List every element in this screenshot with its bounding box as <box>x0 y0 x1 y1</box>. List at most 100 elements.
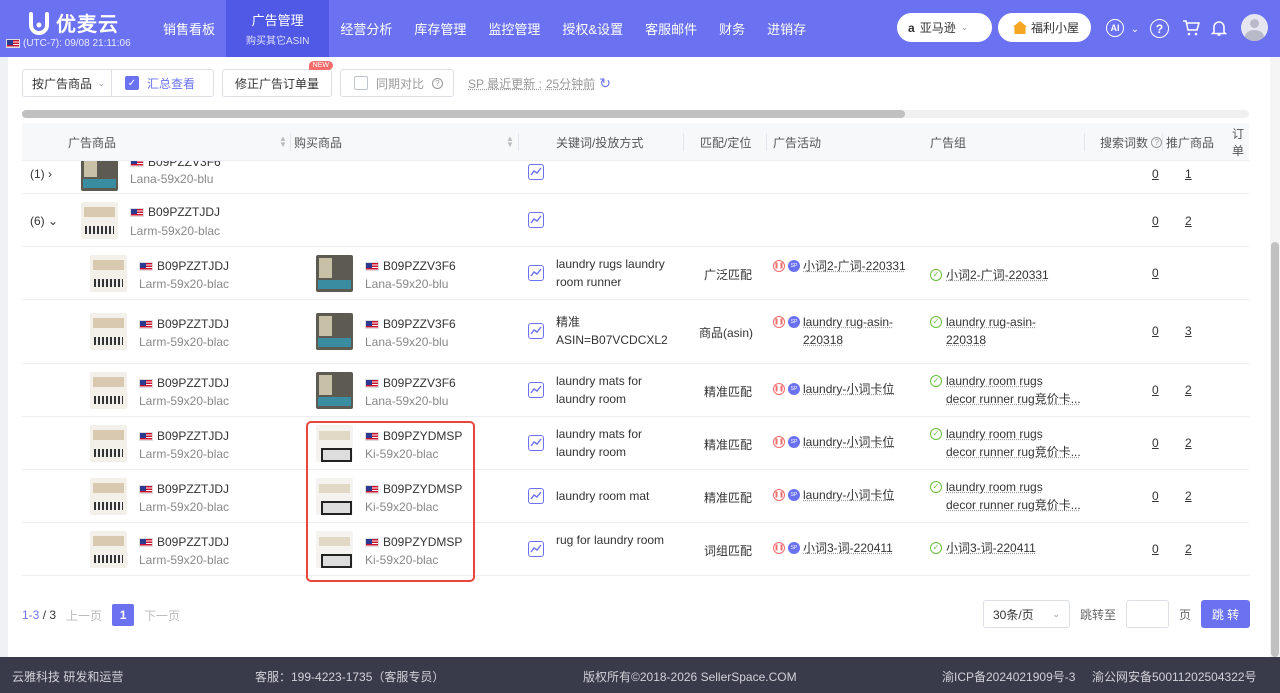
promoted-count[interactable]: 2 <box>1185 214 1192 228</box>
nav-monitoring[interactable]: 监控管理 <box>477 0 551 57</box>
product-image[interactable] <box>90 425 127 462</box>
expand-toggle[interactable]: (1) › <box>30 167 52 181</box>
product-image[interactable] <box>81 161 118 191</box>
campaign-cell[interactable]: ❚❚ SP 小词3-词-220411 <box>773 539 893 557</box>
search-terms-count[interactable]: 0 <box>1152 542 1159 556</box>
trend-chart-icon[interactable] <box>528 323 544 339</box>
bought-product-asin[interactable]: B09PZYDMSP <box>365 429 462 443</box>
product-image[interactable] <box>90 372 127 409</box>
campaign-name[interactable]: laundry rug-asin- 220318 <box>803 313 893 349</box>
trend-chart-icon[interactable] <box>528 488 544 504</box>
collapse-toggle[interactable]: (6) ⌄ <box>30 214 58 228</box>
question-icon[interactable]: ? <box>432 77 444 89</box>
campaign-cell[interactable]: ❚❚ SP laundry rug-asin- 220318 <box>773 313 893 349</box>
product-image[interactable] <box>90 255 127 292</box>
promoted-count[interactable]: 2 <box>1185 383 1192 397</box>
bought-product-asin[interactable]: B09PZYDMSP <box>365 482 462 496</box>
scrollbar-thumb[interactable] <box>22 110 905 118</box>
table-row[interactable]: (1) › B09PZZV3F6 Lana-59x20-blu 0 1 <box>22 161 1249 194</box>
ad-group-cell[interactable]: ✓ laundry room rugs decor runner rug竞价卡... <box>930 372 1081 408</box>
bought-product-image[interactable] <box>316 372 353 409</box>
nav-customer-email[interactable]: 客服邮件 <box>634 0 708 57</box>
ad-group-name[interactable]: 小词3-词-220411 <box>946 539 1036 557</box>
footer-icp[interactable]: 渝ICP备2024021909号-3 <box>942 668 1075 685</box>
table-row[interactable]: B09PZZTJDJ Larm-59x20-blac B09PZYDMSP Ki… <box>22 523 1249 576</box>
campaign-name[interactable]: laundry-小词卡位 <box>803 380 894 398</box>
page-size-select[interactable]: 30条/页 ⌄ <box>982 600 1070 628</box>
ad-group-name[interactable]: laundry room rugs decor runner rug竞价卡... <box>946 372 1081 408</box>
campaign-name[interactable]: 小词3-词-220411 <box>803 539 893 557</box>
campaign-name[interactable]: 小词2-广词-220331 <box>803 257 906 275</box>
campaign-cell[interactable]: ❚❚ SP 小词2-广词-220331 <box>773 257 906 275</box>
refresh-icon[interactable]: ↻ <box>599 75 611 92</box>
search-terms-count[interactable]: 0 <box>1152 324 1159 338</box>
bought-product-asin[interactable]: B09PZZV3F6 <box>365 317 456 331</box>
bought-product-image[interactable] <box>316 313 353 350</box>
bell-icon[interactable] <box>1208 17 1230 39</box>
ad-product-asin[interactable]: B09PZZTJDJ <box>139 376 229 390</box>
checkbox-checked-icon[interactable]: ✓ <box>125 76 139 90</box>
trend-chart-icon[interactable] <box>528 212 544 228</box>
promoted-count[interactable]: 3 <box>1185 324 1192 338</box>
trend-chart-icon[interactable] <box>528 164 544 180</box>
search-terms-count[interactable]: 0 <box>1152 383 1159 397</box>
product-image[interactable] <box>90 478 127 515</box>
column-divider[interactable] <box>766 133 767 151</box>
ai-assistant-icon[interactable]: AI <box>1106 19 1124 37</box>
trend-chart-icon[interactable] <box>528 435 544 451</box>
prev-page-button[interactable]: 上一页 <box>66 607 102 624</box>
column-divider[interactable] <box>1162 133 1163 151</box>
campaign-name[interactable]: laundry-小词卡位 <box>803 433 894 451</box>
campaign-cell[interactable]: ❚❚ SP laundry-小词卡位 <box>773 433 894 451</box>
ad-product-asin[interactable]: B09PZZTJDJ <box>139 482 229 496</box>
chevron-down-icon[interactable]: ⌄ <box>1124 18 1146 40</box>
search-terms-count[interactable]: 0 <box>1152 436 1159 450</box>
bought-product-asin[interactable]: B09PZZV3F6 <box>365 376 456 390</box>
search-terms-count[interactable]: 0 <box>1152 266 1159 280</box>
ad-group-cell[interactable]: ✓ 小词3-词-220411 <box>930 539 1036 557</box>
table-row[interactable]: B09PZZTJDJ Larm-59x20-blac B09PZZV3F6 La… <box>22 247 1249 300</box>
campaign-cell[interactable]: ❚❚ SP laundry-小词卡位 <box>773 486 894 504</box>
column-divider[interactable] <box>518 133 519 151</box>
welfare-house-button[interactable]: 福利小屋 <box>998 13 1091 42</box>
ad-group-name[interactable]: 小词2-广词-220331 <box>946 266 1049 284</box>
bought-product-asin[interactable]: B09PZZV3F6 <box>365 259 456 273</box>
product-image[interactable] <box>90 313 127 350</box>
table-row[interactable]: (6) ⌄ B09PZZTJDJ Larm-59x20-blac 0 2 <box>22 194 1249 247</box>
question-icon[interactable]: ? <box>1151 136 1163 148</box>
ad-group-name[interactable]: laundry room rugs decor runner rug竞价卡... <box>946 478 1081 514</box>
product-image[interactable] <box>81 202 118 239</box>
ad-product-asin[interactable]: B09PZZTJDJ <box>139 535 229 549</box>
group-by-select[interactable]: 按广告商品 ⌄ <box>22 69 112 97</box>
period-compare-toggle[interactable]: 同期对比 ? <box>340 69 455 97</box>
column-divider[interactable] <box>1084 133 1085 151</box>
bought-product-image[interactable] <box>316 425 353 462</box>
ad-group-cell[interactable]: ✓ 小词2-广词-220331 <box>930 266 1049 284</box>
bought-product-image[interactable] <box>316 531 353 568</box>
footer-police[interactable]: 渝公网安备50011202504322号 <box>1092 668 1257 685</box>
promoted-count[interactable]: 2 <box>1185 542 1192 556</box>
scrollbar-thumb[interactable] <box>1271 242 1279 657</box>
column-divider[interactable] <box>290 133 291 151</box>
promoted-count[interactable]: 1 <box>1185 167 1192 181</box>
table-row[interactable]: B09PZZTJDJ Larm-59x20-blac B09PZYDMSP Ki… <box>22 470 1249 523</box>
product-image[interactable] <box>90 531 127 568</box>
page-number-current[interactable]: 1 <box>112 604 135 626</box>
nav-sales-dashboard[interactable]: 销售看板 <box>152 0 226 57</box>
trend-chart-icon[interactable] <box>528 382 544 398</box>
sort-icon[interactable]: ▲ ▼ <box>279 135 287 149</box>
nav-purchase-sales-inventory[interactable]: 进销存 <box>756 0 817 57</box>
help-icon[interactable]: ? <box>1150 19 1169 38</box>
nav-authorization-settings[interactable]: 授权&设置 <box>551 0 634 57</box>
ad-product-asin[interactable]: B09PZZTJDJ <box>130 205 220 219</box>
vertical-scrollbar[interactable] <box>1270 57 1280 657</box>
ad-product-asin[interactable]: B09PZZV3F6 <box>130 161 221 169</box>
trend-chart-icon[interactable] <box>528 541 544 557</box>
table-row[interactable]: B09PZZTJDJ Larm-59x20-blac B09PZYDMSP Ki… <box>22 417 1249 470</box>
bought-product-asin[interactable]: B09PZYDMSP <box>365 535 462 549</box>
table-row[interactable]: B09PZZTJDJ Larm-59x20-blac B09PZZV3F6 La… <box>22 300 1249 364</box>
search-terms-count[interactable]: 0 <box>1152 167 1159 181</box>
ad-product-asin[interactable]: B09PZZTJDJ <box>139 429 229 443</box>
user-avatar[interactable] <box>1241 14 1268 41</box>
trend-chart-icon[interactable] <box>528 265 544 281</box>
